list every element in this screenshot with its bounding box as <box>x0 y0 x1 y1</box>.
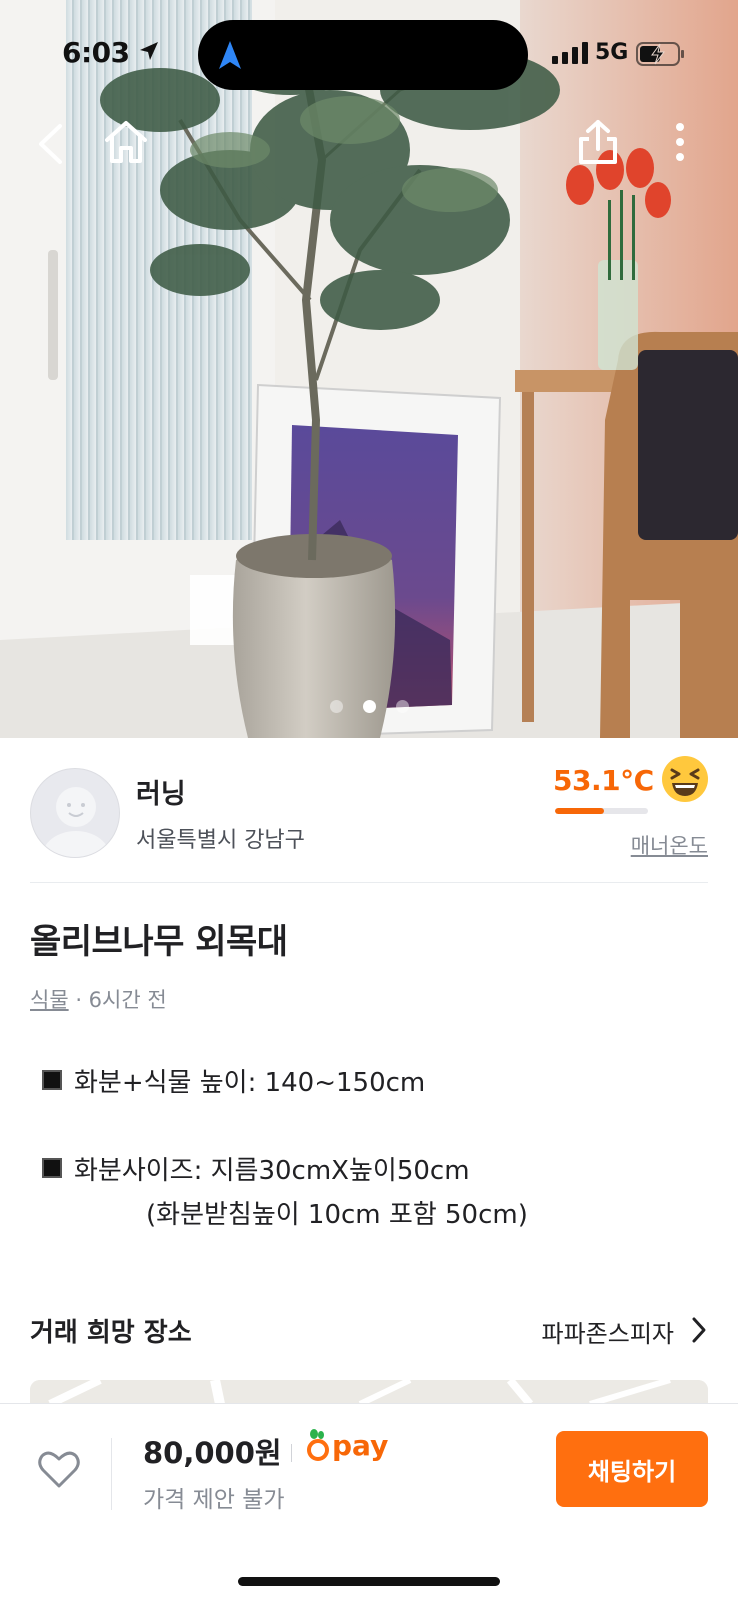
chat-button[interactable]: 채팅하기 <box>556 1431 708 1507</box>
gallery-dot-active[interactable] <box>362 700 376 713</box>
seller-name[interactable]: 러닝 <box>136 772 186 811</box>
negotiation-status: 가격 제안 불가 <box>143 1487 285 1513</box>
back-icon <box>39 124 62 164</box>
trade-place-map[interactable] <box>30 1380 708 1404</box>
signal-icon <box>552 42 588 64</box>
like-button[interactable] <box>36 1446 82 1492</box>
home-indicator[interactable] <box>238 1577 500 1586</box>
divider <box>291 1444 292 1462</box>
pay-label: pay <box>332 1428 389 1462</box>
default-avatar-icon <box>42 787 110 857</box>
square-bullet-icon <box>42 1158 62 1178</box>
gallery-dot[interactable] <box>329 700 343 713</box>
battery-charging-icon <box>636 42 684 66</box>
square-bullet-icon <box>42 1070 62 1090</box>
product-photo[interactable]: 6:03 5G <box>0 0 738 738</box>
manner-temperature-bar <box>555 808 648 814</box>
gallery-pagination[interactable] <box>0 700 738 713</box>
item-title: 올리브나무 외목대 <box>30 922 288 962</box>
home-button[interactable] <box>100 116 152 168</box>
share-icon <box>579 120 617 164</box>
navigation-arrow-icon <box>219 41 241 69</box>
dynamic-island <box>198 20 528 90</box>
description-line: (화분받침높이 10cm 포함 50cm) <box>146 1194 528 1231</box>
price: 80,000원 <box>143 1436 282 1470</box>
map-preview <box>30 1380 708 1404</box>
manner-temperature-link[interactable]: 매너온도 <box>631 830 708 860</box>
trade-place-row[interactable]: 거래 희망 장소 파파존스피자 <box>30 1312 708 1352</box>
item-category-link[interactable]: 식물 <box>30 988 69 1012</box>
description-line: 화분사이즈: 지름30cmX높이50cm <box>30 1150 470 1187</box>
manner-temperature: 53.1°C <box>553 764 654 797</box>
gallery-dot[interactable] <box>395 700 409 713</box>
item-meta: 식물 · 6시간 전 <box>30 984 167 1014</box>
divider <box>30 882 708 883</box>
divider <box>111 1438 112 1510</box>
description-line: 화분+식물 높이: 140~150cm <box>30 1062 425 1099</box>
description-text: 화분+식물 높이: 140~150cm <box>74 1068 426 1098</box>
description-text: (화분받침높이 10cm 포함 50cm) <box>146 1200 528 1230</box>
status-bar: 6:03 5G <box>0 0 738 110</box>
laughing-face-icon <box>662 756 708 802</box>
share-button[interactable] <box>574 116 622 168</box>
carrot-pay-icon <box>307 1429 329 1461</box>
karrot-pay-badge: pay <box>306 1422 388 1468</box>
network-type: 5G <box>595 40 629 65</box>
seller-profile[interactable]: 러닝 서울특별시 강남구 53.1°C 매너온도 <box>0 738 738 882</box>
avatar[interactable] <box>30 768 120 858</box>
item-time-ago: · 6시간 전 <box>75 988 167 1012</box>
home-icon <box>105 121 147 163</box>
location-arrow-icon <box>140 42 158 60</box>
back-button[interactable] <box>30 118 70 170</box>
more-options-button[interactable] <box>660 116 700 168</box>
more-icon <box>676 123 684 161</box>
trade-place-value[interactable]: 파파존스피자 <box>542 1314 674 1349</box>
bottom-action-bar: 80,000원 pay 가격 제안 불가 채팅하기 <box>0 1403 738 1600</box>
seller-location: 서울특별시 강남구 <box>136 828 305 853</box>
product-image <box>0 0 738 738</box>
status-time: 6:03 <box>62 36 130 69</box>
description-text: 화분사이즈: 지름30cmX높이50cm <box>74 1156 470 1186</box>
trade-place-label: 거래 희망 장소 <box>30 1318 192 1348</box>
heart-icon <box>38 1451 80 1488</box>
manner-temperature-fill <box>555 808 605 814</box>
chevron-right-icon <box>692 1317 706 1343</box>
